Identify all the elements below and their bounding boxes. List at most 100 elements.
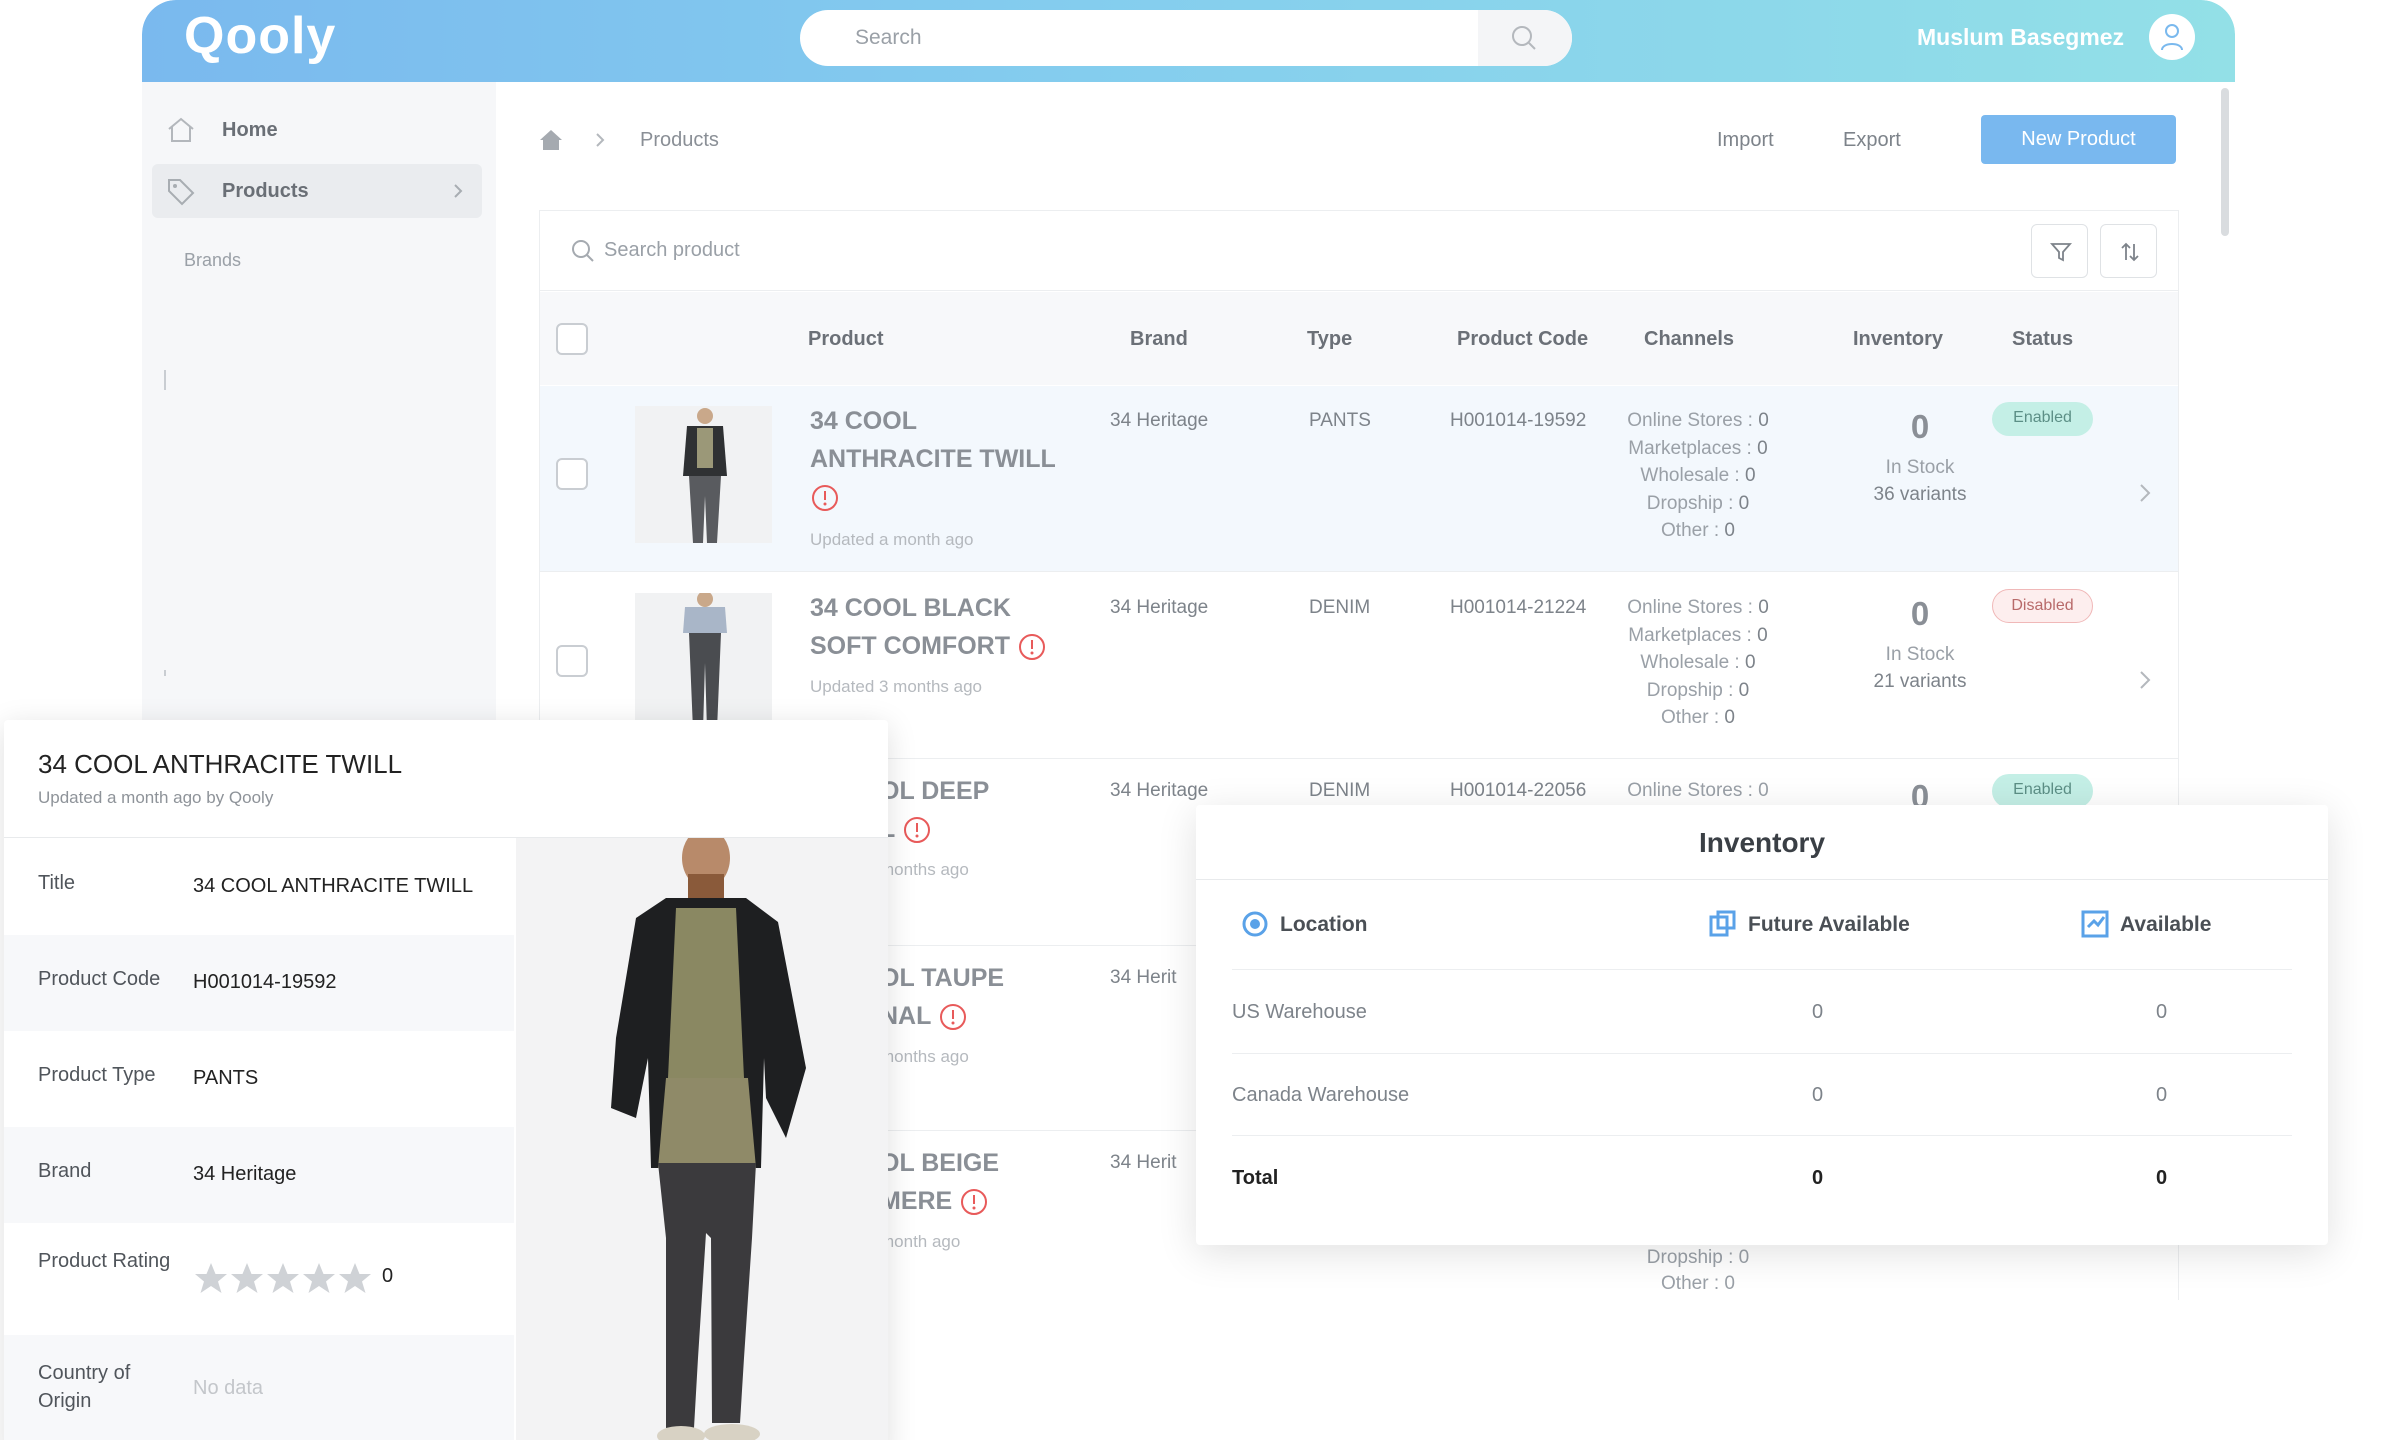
available-icon [2081,910,2109,938]
table-header: Product Brand Type Product Code Channels… [540,292,2178,385]
divider [1232,1135,2292,1136]
brand-cell: 34 Herit [1110,967,1177,988]
column-header-available: Available [2081,910,2211,938]
field-label: Product Type [38,1064,156,1086]
inventory-popup: Inventory Location Future Available Avai… [1196,805,2328,1245]
inventory-count[interactable]: 0 [1860,408,1980,446]
product-code-cell: H001014-22056 [1450,780,1587,801]
qooly-logo[interactable]: Qooly [184,6,336,66]
column-header-inventory[interactable]: Inventory [1853,328,1943,351]
top-bar: Qooly Search Muslum Basegmez [142,0,2235,82]
scrollbar-thumb[interactable] [2221,88,2229,236]
column-header-product-code[interactable]: Product Code [1457,328,1588,351]
sidebar-marker [164,370,166,390]
column-header-channels[interactable]: Channels [1644,328,1734,351]
field-value[interactable]: 34 Heritage [193,1163,296,1186]
filter-icon [2050,243,2072,262]
warning-icon [939,1004,966,1031]
product-thumbnail[interactable] [635,406,772,543]
select-all-checkbox[interactable] [556,323,588,355]
export-button[interactable]: Export [1843,129,1901,152]
product-name[interactable]: 34 COOL ANTHRACITE TWILL [810,402,1070,516]
chevron-right-icon [596,133,605,147]
sidebar-item-home[interactable]: Home [152,103,482,157]
breadcrumb-current: Products [640,129,719,151]
divider [1232,1053,2292,1054]
field-row-product-type: Product Type PANTS [4,1031,514,1127]
filter-button[interactable] [2031,224,2088,278]
column-header-status[interactable]: Status [2012,328,2073,351]
field-row-title: Title 34 COOL ANTHRACITE TWILL [4,839,514,935]
panel-header: 34 COOL ANTHRACITE TWILL Updated a month… [4,720,888,838]
star-icon [231,1263,263,1293]
field-label: Country of Origin [38,1362,131,1412]
table-row[interactable]: 34 COOL ANTHRACITE TWILL Updated a month… [540,386,2178,572]
product-name[interactable]: 34 COOL BLACK SOFT COMFORT [810,589,1070,665]
rating-stars[interactable] [193,1261,373,1297]
divider [1196,879,2328,880]
product-code-cell: H001014-21224 [1450,597,1587,618]
user-avatar[interactable] [2149,14,2195,60]
sidebar-item-label: Home [222,119,278,141]
brand-cell: 34 Herit [1110,1152,1177,1173]
product-thumbnail[interactable] [635,593,772,730]
column-header-product[interactable]: Product [808,328,884,351]
brand-cell: 34 Heritage [1110,780,1209,801]
sort-icon [2121,242,2139,262]
updated-text: months ago [880,1047,969,1066]
field-value[interactable]: PANTS [193,1067,258,1090]
updated-text: Updated 3 months ago [810,677,983,696]
product-name[interactable]: OL DEEPL [880,772,1140,848]
status-badge: Disabled [1992,589,2093,623]
search-placeholder[interactable]: Search [855,26,922,50]
column-header-brand[interactable]: Brand [1130,328,1188,351]
column-header-type[interactable]: Type [1307,328,1352,351]
global-search[interactable]: Search [800,10,1572,66]
inventory-stock: In Stock 21 variants [1873,644,1967,692]
location-icon [1242,911,1268,937]
sidebar-item-label: Products [222,180,309,202]
home-icon [168,117,194,142]
sidebar-subitem-brands[interactable]: Brands [184,250,241,266]
type-cell: DENIM [1309,597,1371,618]
divider [1232,969,2292,970]
field-value[interactable]: H001014-19592 [193,971,336,994]
column-header-future-available: Future Available [1709,910,1910,937]
field-value[interactable]: No data [193,1377,263,1400]
inventory-count[interactable]: 0 [1860,595,1980,633]
location-cell: US Warehouse [1232,1001,1367,1023]
product-name[interactable]: OL TAUPE NAL [880,959,1140,1035]
new-product-button[interactable]: New Product [1981,115,2176,164]
updated-text: months ago [880,860,969,879]
import-button[interactable]: Import [1717,129,1774,152]
type-cell: DENIM [1309,780,1371,801]
field-label: Product Rating [38,1250,171,1272]
row-checkbox[interactable] [556,645,588,677]
field-row-product-code: Product Code H001014-19592 [4,935,514,1031]
panel-title: 34 COOL ANTHRACITE TWILL [38,749,403,779]
field-value[interactable]: 34 COOL ANTHRACITE TWILL [193,875,473,898]
star-icon [267,1263,299,1293]
product-name[interactable]: OL BEIGE MERE [880,1144,1140,1220]
model-figure [611,828,806,1440]
field-row-country-of-origin: Country of Origin No data [4,1335,514,1440]
product-code-cell: H001014-19592 [1450,410,1587,431]
chevron-right-icon[interactable] [2138,482,2152,504]
available-cell: 0 [2156,1084,2168,1106]
updated-text: month ago [880,1232,961,1251]
product-search-input[interactable]: Search product [604,239,740,262]
chevron-right-icon[interactable] [2138,669,2152,691]
sidebar-item-products[interactable]: Products [152,164,482,218]
rating-value: 0 [382,1265,394,1287]
user-name[interactable]: Muslum Basegmez [1917,24,2124,51]
future-available-cell: 0 [1812,1084,1824,1106]
type-cell: PANTS [1309,410,1371,431]
breadcrumb-home-icon[interactable] [538,128,564,152]
search-icon [572,240,594,262]
star-icon [195,1263,227,1293]
field-row-product-rating: Product Rating 0 [4,1223,514,1335]
row-checkbox[interactable] [556,458,588,490]
location-cell: Canada Warehouse [1232,1084,1410,1106]
search-button[interactable] [1478,10,1572,66]
sort-button[interactable] [2100,224,2157,278]
